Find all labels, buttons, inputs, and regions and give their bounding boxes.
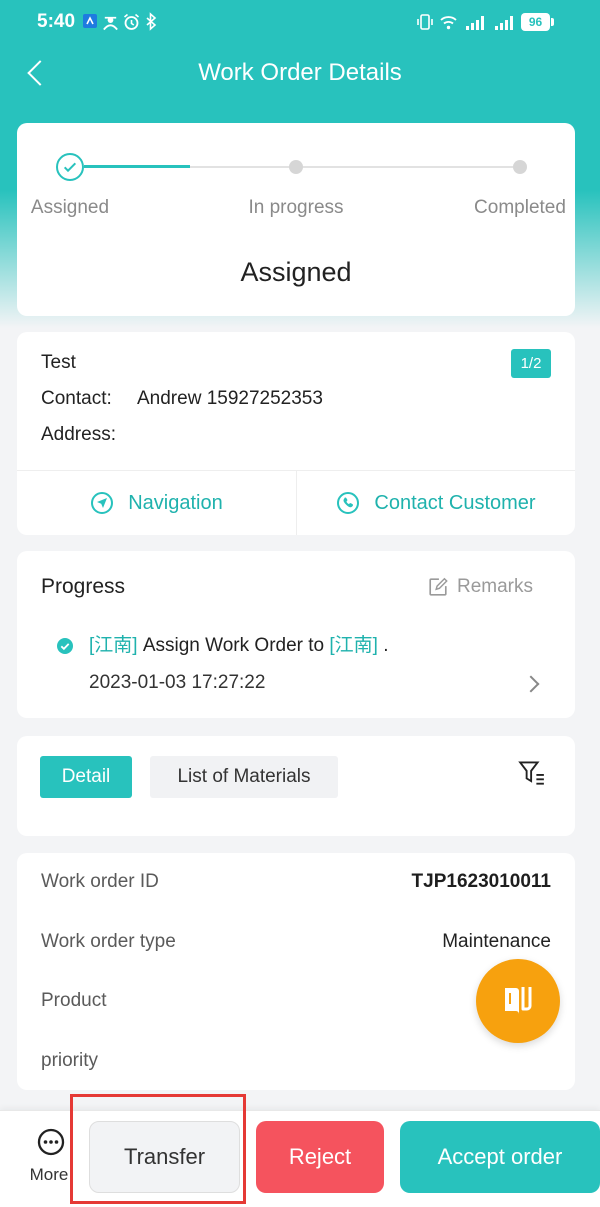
progress-entry-text: [江南] Assign Work Order to [江南] .: [89, 634, 389, 658]
contact-value: Andrew 15927252353: [137, 388, 323, 409]
transfer-button[interactable]: Transfer: [89, 1121, 240, 1193]
signal-icon: [466, 16, 484, 30]
wifi-icon: [440, 16, 457, 30]
step-label-in-progress: In progress: [248, 197, 344, 218]
contact-customer-label: Contact Customer: [374, 491, 536, 514]
detail-label: Work order ID: [41, 871, 159, 892]
contact-label: Contact:: [41, 388, 112, 409]
contact-customer-button[interactable]: Contact Customer: [297, 471, 575, 535]
page-badge: 1/2: [511, 349, 551, 378]
entry-actor: [江南]: [89, 635, 138, 656]
stepper-progress-line: [84, 165, 190, 168]
progress-card: Progress Remarks [江南] Assign Work Order …: [17, 551, 575, 718]
step-dot-in-progress: [289, 160, 303, 174]
navigation-icon: [91, 492, 114, 514]
address-label: Address:: [41, 424, 116, 445]
reject-button[interactable]: Reject: [256, 1121, 384, 1193]
remarks-button[interactable]: Remarks: [427, 573, 533, 601]
accept-order-button[interactable]: Accept order: [400, 1121, 600, 1193]
entry-check-icon: [57, 638, 73, 654]
person-icon: [103, 16, 118, 31]
floating-book-button[interactable]: [476, 959, 560, 1043]
current-status: Assigned: [240, 257, 352, 287]
customer-info-card: Test 1/2 Contact: Andrew 15927252353 Addr…: [17, 332, 575, 535]
tab-detail[interactable]: Detail: [40, 756, 132, 798]
detail-label: Product: [41, 990, 107, 1011]
navigation-label: Navigation: [128, 491, 223, 514]
filter-icon[interactable]: [517, 758, 547, 788]
detail-label: Work order type: [41, 931, 176, 952]
entry-action: Assign Work Order to: [142, 635, 325, 656]
edit-icon: [429, 577, 448, 596]
alarm-icon: [123, 13, 140, 30]
battery-indicator: 96: [521, 13, 550, 31]
step-label-completed: Completed: [474, 197, 566, 218]
status-stepper-card: Assigned In progress Completed Assigned: [17, 123, 575, 316]
more-icon[interactable]: [37, 1128, 65, 1156]
signal-icon: [495, 16, 513, 30]
more-button[interactable]: More: [18, 1163, 80, 1187]
detail-label: priority: [41, 1050, 99, 1071]
detail-row: priority: [41, 1049, 551, 1073]
entry-end: .: [383, 635, 389, 656]
tab-list-of-materials[interactable]: List of Materials: [150, 756, 338, 798]
address-row: Address:: [41, 423, 137, 447]
detail-value: Maintenance: [442, 931, 551, 952]
detail-row: Product: [41, 989, 551, 1013]
step-label-assigned: Assigned: [30, 197, 110, 218]
customer-name: Test: [41, 352, 76, 373]
navigation-button[interactable]: Navigation: [17, 471, 296, 535]
vibrate-icon: [417, 14, 433, 30]
phone-icon: [337, 492, 360, 514]
bluetooth-icon: [146, 12, 157, 31]
entry-timestamp: 2023-01-03 17:27:22: [89, 672, 266, 693]
contact-row: Contact: Andrew 15927252353: [41, 387, 323, 411]
detail-value: TJP1623010011: [411, 871, 551, 892]
page-title: Work Order Details: [198, 59, 402, 86]
app-notification-icon: [83, 14, 97, 28]
tabs-card: Detail List of Materials: [17, 736, 575, 836]
step-completed-check-icon: [56, 153, 84, 181]
detail-row: Work order ID TJP1623010011: [41, 870, 551, 894]
entry-target: [江南]: [329, 635, 378, 656]
detail-row: Work order type Maintenance: [41, 930, 551, 954]
status-time: 5:40: [37, 11, 76, 32]
book-icon: [505, 987, 532, 1014]
step-dot-completed: [513, 160, 527, 174]
chevron-right-icon[interactable]: [522, 675, 540, 693]
battery-nub: [551, 18, 554, 26]
progress-title: Progress: [41, 575, 126, 598]
remarks-label: Remarks: [457, 576, 534, 597]
